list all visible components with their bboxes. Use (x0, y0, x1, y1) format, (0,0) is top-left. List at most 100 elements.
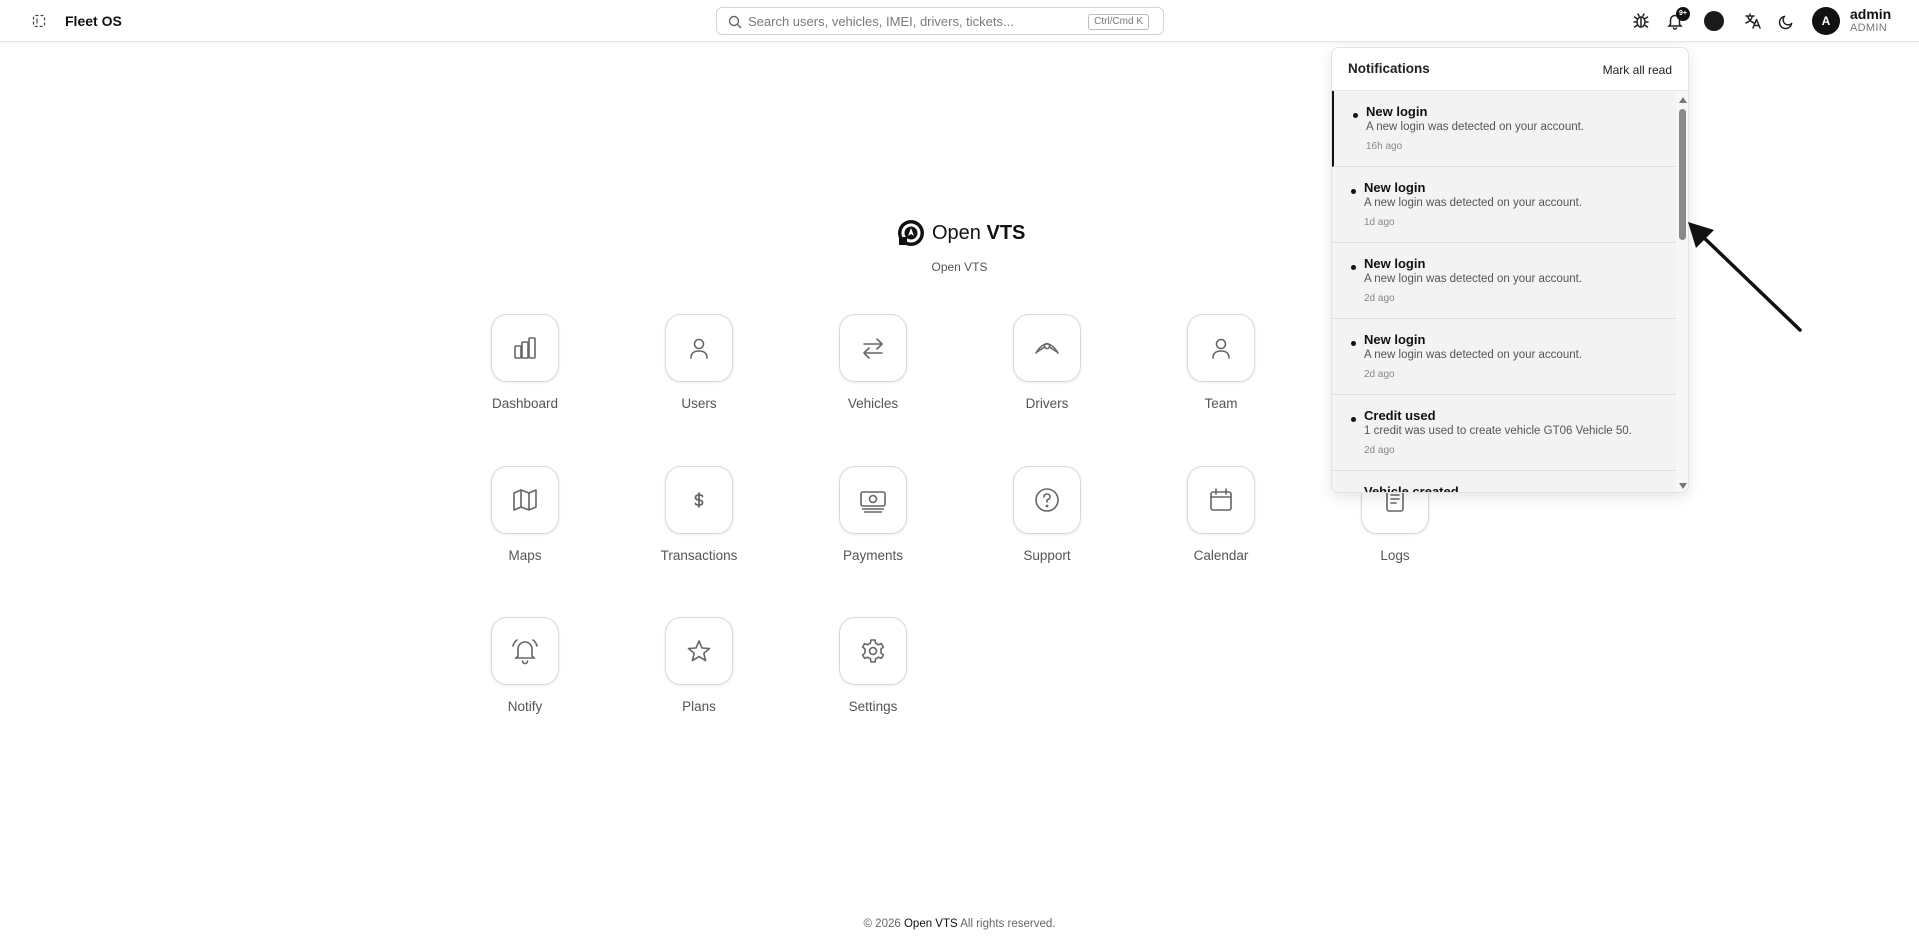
module-label: Team (1204, 396, 1238, 411)
notification-title: Credit used (1364, 408, 1436, 423)
unread-dot-icon (1351, 341, 1356, 346)
steering-wheel-icon (1035, 342, 1059, 354)
user-icon (1212, 338, 1230, 359)
module-label: Support (1023, 548, 1071, 563)
banknote-icon (860, 491, 886, 513)
module-settings[interactable]: Settings (793, 617, 953, 727)
brand: Open VTS (897, 219, 1025, 247)
payments-tile[interactable] (839, 466, 907, 534)
module-payments[interactable]: Payments (793, 466, 953, 576)
module-label: Logs (1380, 548, 1410, 563)
language-translate-icon[interactable] (1742, 10, 1764, 32)
module-label: Notify (507, 699, 543, 714)
top-bar: Fleet OS Ctrl/Cmd K 9+ A admin ADMIN (0, 0, 1919, 42)
team-tile[interactable] (1187, 314, 1255, 382)
notification-item[interactable]: Vehicle created (1332, 471, 1676, 493)
notification-body: A new login was detected on your account… (1364, 197, 1583, 209)
notification-title: Vehicle created (1364, 484, 1459, 493)
color-theme-icon[interactable] (1704, 11, 1724, 31)
bug-report-icon[interactable] (1630, 10, 1652, 32)
notification-title: New login (1364, 332, 1426, 347)
notifications-panel: Notifications Mark all read New login A … (1331, 47, 1689, 493)
module-label: Dashboard (491, 396, 559, 411)
calendar-icon (1210, 488, 1232, 511)
module-label: Vehicles (847, 396, 899, 411)
dashboard-tile[interactable] (491, 314, 559, 382)
footer-copyright: © 2026 (863, 918, 901, 930)
notification-time: 1d ago (1364, 217, 1395, 228)
notify-tile[interactable] (491, 617, 559, 685)
notification-time: 2d ago (1364, 445, 1395, 456)
user-role: ADMIN (1850, 22, 1887, 34)
settings-tile[interactable] (839, 617, 907, 685)
module-transactions[interactable]: Transactions (619, 466, 779, 576)
module-team[interactable]: Team (1141, 314, 1301, 424)
notification-item[interactable]: Credit used 1 credit was used to create … (1332, 395, 1676, 471)
unread-dot-icon (1351, 265, 1356, 270)
module-label: Payments (842, 548, 904, 563)
module-calendar[interactable]: Calendar (1141, 466, 1301, 576)
sidebar-toggle-icon[interactable] (30, 13, 48, 29)
scroll-up-arrow-icon[interactable] (1678, 95, 1687, 104)
notification-body: A new login was detected on your account… (1364, 273, 1583, 285)
support-tile[interactable] (1013, 466, 1081, 534)
notification-body: 1 credit was used to create vehicle GT06… (1364, 425, 1632, 437)
notification-title: New login (1364, 256, 1426, 271)
module-label: Maps (508, 548, 542, 563)
notification-body: A new login was detected on your account… (1366, 121, 1585, 133)
search-icon (728, 15, 742, 29)
unread-dot-icon (1351, 417, 1356, 422)
footer-brand: Open VTS (903, 918, 958, 930)
module-notify[interactable]: Notify (445, 617, 605, 727)
module-maps[interactable]: Maps (445, 466, 605, 576)
search-input[interactable] (748, 11, 1048, 31)
users-tile[interactable] (665, 314, 733, 382)
notification-count-badge: 9+ (1676, 7, 1690, 21)
module-drivers[interactable]: Drivers (967, 314, 1127, 424)
notifications-header: Notifications Mark all read (1332, 48, 1688, 91)
module-users[interactable]: Users (619, 314, 779, 424)
dollar-icon (694, 492, 704, 508)
notification-item[interactable]: New login A new login was detected on yo… (1332, 91, 1676, 167)
module-label: Transactions (660, 548, 738, 563)
module-dashboard[interactable]: Dashboard (445, 314, 605, 424)
annotation-arrow-icon (1688, 222, 1802, 332)
notification-item[interactable]: New login A new login was detected on yo… (1332, 243, 1676, 319)
calendar-tile[interactable] (1187, 466, 1255, 534)
module-label: Drivers (1025, 396, 1069, 411)
module-label: Settings (848, 699, 898, 714)
notification-title: New login (1366, 104, 1428, 119)
module-label: Calendar (1193, 548, 1249, 563)
transactions-tile[interactable] (665, 466, 733, 534)
notifications-title: Notifications (1348, 61, 1430, 76)
notification-item[interactable]: New login A new login was detected on yo… (1332, 167, 1676, 243)
notifications-list[interactable]: New login A new login was detected on yo… (1332, 91, 1676, 493)
bar-chart-icon (514, 337, 536, 359)
star-icon (687, 640, 711, 662)
help-circle-icon (1035, 488, 1059, 512)
notifications-bell-icon[interactable]: 9+ (1664, 7, 1690, 32)
module-label: Users (681, 396, 717, 411)
user-avatar[interactable]: A (1812, 7, 1840, 35)
dark-mode-moon-icon[interactable] (1775, 10, 1797, 32)
swap-arrows-icon (863, 338, 883, 359)
global-search[interactable]: Ctrl/Cmd K (716, 7, 1164, 35)
mark-all-read-button[interactable]: Mark all read (1603, 63, 1672, 77)
drivers-tile[interactable] (1013, 314, 1081, 382)
footer: © 2026 Open VTS All rights reserved. (0, 918, 1919, 930)
scroll-down-arrow-icon[interactable] (1678, 481, 1687, 490)
notification-item[interactable]: New login A new login was detected on yo… (1332, 319, 1676, 395)
module-plans[interactable]: Plans (619, 617, 779, 727)
maps-tile[interactable] (491, 466, 559, 534)
vehicles-tile[interactable] (839, 314, 907, 382)
plans-tile[interactable] (665, 617, 733, 685)
unread-dot-icon (1353, 113, 1358, 118)
gear-icon (861, 639, 885, 663)
bell-ringing-icon (512, 639, 538, 665)
user-icon (690, 338, 708, 359)
user-name[interactable]: admin (1850, 7, 1891, 21)
brand-name: Open VTS (932, 221, 1026, 244)
module-vehicles[interactable]: Vehicles (793, 314, 953, 424)
notification-time: 2d ago (1364, 369, 1395, 380)
module-support[interactable]: Support (967, 466, 1127, 576)
